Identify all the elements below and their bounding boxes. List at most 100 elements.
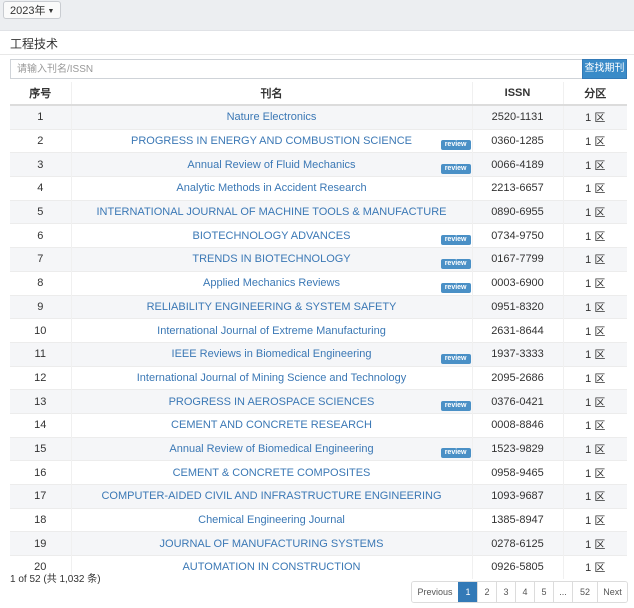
cell-index: 9 — [10, 294, 71, 319]
review-badge: review — [440, 140, 471, 151]
table-row: 11 IEEE Reviews in Biomedical Engineering… — [10, 341, 627, 367]
cell-index: 17 — [10, 484, 71, 509]
cell-index: 10 — [10, 318, 71, 343]
cell-index: 8 — [10, 270, 71, 295]
cell-index: 11 — [10, 341, 71, 367]
cell-zone: 1 区 — [562, 484, 627, 509]
journal-link[interactable]: Annual Review of Biomedical Engineering — [169, 443, 373, 455]
pagination-page[interactable]: 5 — [534, 582, 553, 602]
journal-link[interactable]: International Journal of Extreme Manufac… — [157, 325, 386, 337]
cell-issn: 0278-6125 — [471, 531, 563, 556]
cell-index: 1 — [10, 104, 71, 130]
journal-link[interactable]: AUTOMATION IN CONSTRUCTION — [182, 561, 360, 573]
table-row: 2 PROGRESS IN ENERGY AND COMBUSTION SCIEN… — [10, 128, 627, 153]
year-dropdown-button[interactable]: 2023年 ▼ — [3, 1, 62, 19]
table-row: 16 CEMENT & CONCRETE COMPOSITES 0958-9465 1… — [10, 460, 627, 485]
cell-index: 15 — [10, 436, 71, 461]
table-row: 5 INTERNATIONAL JOURNAL OF MACHINE TOOLS … — [10, 199, 627, 224]
table-row: 10 International Journal of Extreme Manuf… — [10, 318, 627, 343]
cell-name: Annual Review of Biomedical Engineering r… — [70, 436, 472, 461]
cell-zone: 1 区 — [562, 531, 627, 556]
journal-link[interactable]: CEMENT AND CONCRETE RESEARCH — [171, 419, 372, 431]
review-badge: review — [440, 282, 471, 293]
cell-issn: 0066-4189 — [471, 152, 563, 177]
journal-link[interactable]: Analytic Methods in Accident Research — [176, 182, 366, 194]
cell-issn: 0003-6900 — [471, 270, 563, 295]
section-title: 工程技术 — [10, 37, 59, 51]
journal-link[interactable]: PROGRESS IN ENERGY AND COMBUSTION SCIENC… — [131, 135, 412, 147]
search-input[interactable] — [10, 59, 582, 79]
journal-link[interactable]: BIOTECHNOLOGY ADVANCES — [193, 230, 351, 242]
journal-link[interactable]: Annual Review of Fluid Mechanics — [187, 159, 355, 171]
journal-link[interactable]: COMPUTER-AIDED CIVIL AND INFRASTRUCTURE … — [101, 490, 441, 502]
pagination-page[interactable]: 1 — [458, 582, 477, 602]
cell-issn: 1385-8947 — [471, 507, 563, 532]
cell-index: 18 — [10, 507, 71, 532]
journal-link[interactable]: INTERNATIONAL JOURNAL OF MACHINE TOOLS &… — [96, 206, 446, 218]
pagination: Previous 1 2 3 4 5... 52 Next — [411, 581, 628, 603]
table-row: 12 International Journal of Mining Scienc… — [10, 365, 627, 390]
cell-zone: 1 区 — [562, 247, 627, 272]
pagination-next[interactable]: Next — [597, 582, 627, 602]
pagination-ellipsis: ... — [553, 582, 572, 602]
cell-zone: 1 区 — [562, 128, 627, 153]
pagination-page[interactable]: 2 — [477, 582, 496, 602]
table-row: 19 JOURNAL OF MANUFACTURING SYSTEMS 0278-6… — [10, 531, 627, 556]
table-row: 14 CEMENT AND CONCRETE RESEARCH 0008-8846 1… — [10, 412, 627, 438]
cell-index: 13 — [10, 389, 71, 414]
journal-link[interactable]: CEMENT & CONCRETE COMPOSITES — [173, 467, 371, 479]
table-row: 7 TRENDS IN BIOTECHNOLOGY review 0167-7799 1… — [10, 247, 627, 272]
cell-index: 5 — [10, 199, 71, 224]
cell-zone: 1 区 — [562, 176, 627, 201]
cell-zone: 1 区 — [562, 555, 627, 579]
header-issn: ISSN — [471, 82, 563, 106]
journal-link[interactable]: TRENDS IN BIOTECHNOLOGY — [192, 253, 350, 265]
journal-link[interactable]: JOURNAL OF MANUFACTURING SYSTEMS — [160, 538, 384, 550]
cell-index: 7 — [10, 247, 71, 272]
journal-link[interactable]: PROGRESS IN AEROSPACE SCIENCES — [169, 396, 375, 408]
cell-issn: 1523-9829 — [471, 436, 563, 461]
cell-index: 3 — [10, 152, 71, 177]
cell-zone: 1 区 — [562, 152, 627, 177]
pagination-page[interactable]: 4 — [515, 582, 534, 602]
cell-issn: 0167-7799 — [471, 247, 563, 272]
table-row: 6 BIOTECHNOLOGY ADVANCES review 0734-9750 1 … — [10, 223, 627, 248]
cell-name: Analytic Methods in Accident Research — [70, 176, 472, 201]
journal-link[interactable]: IEEE Reviews in Biomedical Engineering — [172, 348, 372, 360]
table-row: 13 PROGRESS IN AEROSPACE SCIENCES review 03… — [10, 389, 627, 414]
cell-name: RELIABILITY ENGINEERING & SYSTEM SAFETY — [70, 294, 472, 319]
pagination-page[interactable]: 3 — [496, 582, 515, 602]
review-badge: review — [440, 235, 471, 246]
pagination-page[interactable]: 52 — [572, 582, 597, 602]
review-badge: review — [440, 258, 471, 269]
table-header-row: 序号 刊名 ISSN 分区 — [10, 82, 627, 106]
cell-name: Annual Review of Fluid Mechanics review — [70, 152, 472, 177]
cell-name: PROGRESS IN ENERGY AND COMBUSTION SCIENC… — [70, 128, 472, 153]
cell-zone: 1 区 — [562, 412, 627, 438]
cell-index: 19 — [10, 531, 71, 556]
table-row: 20 AUTOMATION IN CONSTRUCTION 0926-5805 1 区 — [10, 555, 627, 579]
journal-link[interactable]: Applied Mechanics Reviews — [203, 277, 340, 289]
journal-link[interactable]: Nature Electronics — [227, 111, 317, 123]
cell-zone: 1 区 — [562, 104, 627, 130]
journal-link[interactable]: Chemical Engineering Journal — [198, 514, 345, 526]
cell-zone: 1 区 — [562, 270, 627, 295]
cell-issn: 0890-6955 — [471, 199, 563, 224]
cell-name: COMPUTER-AIDED CIVIL AND INFRASTRUCTURE … — [70, 484, 472, 509]
cell-issn: 0376-0421 — [471, 389, 563, 414]
cell-name: BIOTECHNOLOGY ADVANCES review — [70, 223, 472, 248]
cell-name: Nature Electronics — [70, 104, 472, 130]
journal-link[interactable]: International Journal of Mining Science … — [137, 372, 406, 384]
cell-name: IEEE Reviews in Biomedical Engineering re… — [70, 341, 472, 367]
cell-name: International Journal of Mining Science … — [70, 365, 472, 390]
divider — [0, 54, 634, 55]
search-button[interactable]: 查找期刊 — [582, 59, 627, 79]
journal-link[interactable]: RELIABILITY ENGINEERING & SYSTEM SAFETY — [147, 301, 397, 313]
year-dropdown-label: 2023年 — [10, 5, 46, 17]
cell-issn: 2213-6657 — [471, 176, 563, 201]
pagination-previous[interactable]: Previous — [412, 582, 458, 602]
review-badge: review — [440, 353, 471, 364]
cell-index: 12 — [10, 365, 71, 390]
header-zone: 分区 — [562, 82, 627, 106]
cell-zone: 1 区 — [562, 389, 627, 414]
